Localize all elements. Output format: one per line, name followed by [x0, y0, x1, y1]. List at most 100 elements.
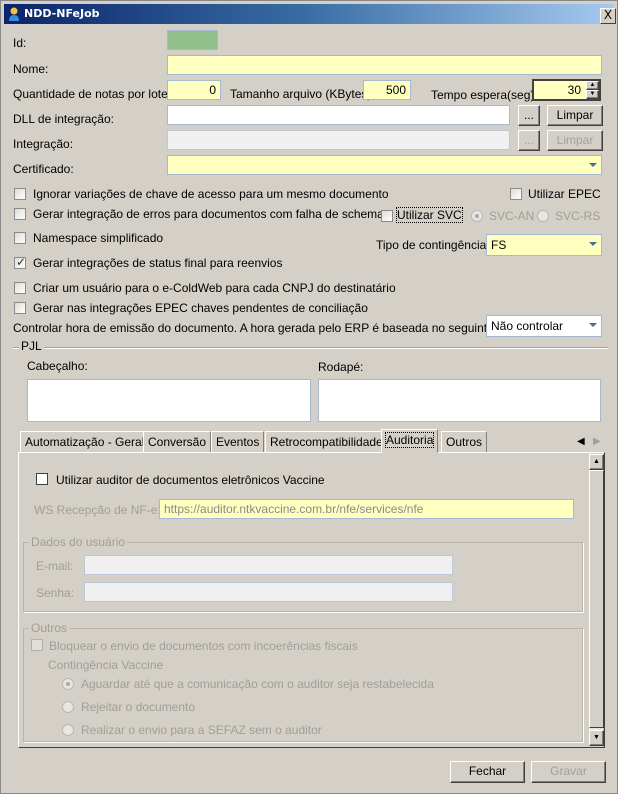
- tab-scroll-left-icon[interactable]: ◀: [577, 436, 585, 447]
- option-label-2: Namespace simplificado: [33, 231, 164, 245]
- certificado-label: Certificado:: [13, 162, 74, 176]
- gravar-button: Gravar: [531, 761, 606, 783]
- integracao-input: [167, 130, 510, 150]
- tab-label: Conversão: [148, 435, 207, 449]
- option-label-4: Criar um usuário para o e-ColdWeb para c…: [33, 281, 396, 295]
- tab-label: Auditoria: [384, 432, 435, 448]
- scroll-thumb[interactable]: [589, 470, 604, 728]
- tab-auditoria[interactable]: Auditoria: [381, 429, 439, 453]
- ws-label: WS Recepção de NF-e:: [34, 503, 161, 517]
- svc-an-label: SVC-AN: [489, 209, 535, 223]
- qtd-input[interactable]: 0: [167, 80, 221, 100]
- tab-scroll-right-icon[interactable]: ▶: [593, 436, 601, 447]
- integracao-clear-button: Limpar: [547, 130, 603, 151]
- option-label-3: Gerar integrações de status final para r…: [33, 256, 283, 270]
- svc-an-radio: [471, 210, 483, 222]
- title-bar: NDD-NFeJob X: [4, 4, 616, 24]
- ws-input: https://auditor.ntkvaccine.com.br/nfe/se…: [159, 499, 574, 519]
- vertical-scrollbar[interactable]: ▲ ▼: [588, 454, 604, 746]
- contingencia-select[interactable]: FS: [486, 234, 602, 256]
- svc-rs-label: SVC-RS: [555, 209, 601, 223]
- option-label-0: Ignorar variações de chave de acesso par…: [33, 187, 389, 201]
- radio-rejeitar: [62, 701, 74, 713]
- radio-aguardar-label: Aguardar até que a comunicação com o aud…: [81, 677, 434, 691]
- option-checkbox-0[interactable]: [14, 188, 26, 200]
- cabecalho-label: Cabeçalho:: [27, 359, 88, 373]
- radio-aguardar: [62, 678, 74, 690]
- rodape-textarea[interactable]: [318, 379, 601, 422]
- hora-value: Não controlar: [491, 319, 564, 333]
- integracao-browse-button: ...: [518, 130, 540, 151]
- senha-input: [84, 582, 453, 602]
- pjl-title: PJL: [19, 339, 44, 353]
- integracao-label: Integração:: [13, 137, 74, 151]
- radio-sem-auditor: [62, 724, 74, 736]
- usar-auditor-checkbox[interactable]: [36, 473, 48, 485]
- nome-input[interactable]: [167, 55, 602, 75]
- epec-label: Utilizar EPEC: [528, 187, 601, 201]
- tab-retrocompatibilidade[interactable]: Retrocompatibilidade: [265, 431, 388, 452]
- option-checkbox-3[interactable]: [14, 255, 26, 269]
- radio-sem-auditor-label: Realizar o envio para a SEFAZ sem o audi…: [81, 723, 322, 737]
- spin-down-button[interactable]: ▼: [586, 90, 599, 99]
- contingencia-value: FS: [491, 238, 507, 252]
- tab-label: Retrocompatibilidade: [270, 435, 383, 449]
- dll-label: DLL de integração:: [13, 112, 114, 126]
- tab-automatizacao-geral[interactable]: Automatização - Geral: [20, 431, 150, 452]
- close-button[interactable]: X: [600, 8, 616, 24]
- id-field: [167, 30, 218, 50]
- option-checkbox-2[interactable]: [14, 232, 26, 244]
- bloquear-checkbox: [31, 639, 43, 651]
- email-label: E-mail:: [36, 559, 74, 573]
- tab-outros[interactable]: Outros: [441, 431, 488, 452]
- dll-input[interactable]: [167, 105, 510, 125]
- spin-up-button[interactable]: ▲: [586, 81, 599, 90]
- option-checkbox-4[interactable]: [14, 282, 26, 294]
- contingencia-vaccine-label: Contingência Vaccine: [48, 658, 164, 672]
- tab-conversao[interactable]: Conversão: [143, 431, 212, 452]
- tab-eventos[interactable]: Eventos: [211, 431, 265, 452]
- id-label: Id:: [13, 36, 27, 50]
- tab-label: Automatização - Geral: [25, 435, 145, 449]
- app-user-icon: [9, 7, 19, 21]
- nome-label: Nome:: [13, 62, 49, 76]
- option-label-5: Gerar nas integrações EPEC chaves penden…: [33, 301, 368, 315]
- dll-clear-button[interactable]: Limpar: [547, 105, 603, 126]
- bloquear-label: Bloquear o envio de documentos com incoe…: [49, 639, 358, 653]
- tab-panel-auditoria: ▲ ▼ Utilizar auditor de documentos eletr…: [18, 452, 605, 748]
- pjl-divider: [13, 347, 608, 349]
- svc-checkbox[interactable]: [381, 210, 393, 222]
- chevron-down-icon: [589, 163, 597, 167]
- radio-rejeitar-label: Rejeitar o documento: [81, 700, 196, 714]
- scroll-down-button[interactable]: ▼: [589, 730, 604, 746]
- certificado-select[interactable]: [167, 155, 602, 175]
- email-input: [84, 555, 453, 575]
- option-checkbox-5[interactable]: [14, 302, 26, 314]
- dll-browse-button[interactable]: ...: [518, 105, 540, 126]
- window: NDD-NFeJob X Id: Nome: Quantidade de not…: [0, 0, 618, 794]
- option-checkbox-1[interactable]: [14, 208, 26, 220]
- cabecalho-textarea[interactable]: [27, 379, 311, 422]
- tab-label: Eventos: [216, 435, 260, 449]
- tamanho-label: Tamanho arquivo (KBytes):: [230, 87, 375, 101]
- chevron-down-icon: [589, 323, 597, 327]
- tamanho-input[interactable]: 500: [363, 80, 411, 100]
- qtd-label: Quantidade de notas por lote:: [13, 87, 172, 101]
- senha-label: Senha:: [36, 586, 75, 600]
- chevron-down-icon: [589, 242, 597, 246]
- window-title: NDD-NFeJob: [24, 7, 100, 20]
- dados-usuario-title: Dados do usuário: [29, 535, 128, 549]
- fechar-button[interactable]: Fechar: [450, 761, 525, 783]
- usar-auditor-label: Utilizar auditor de documentos eletrônic…: [56, 473, 325, 487]
- tempo-label: Tempo espera(seg):: [431, 88, 538, 102]
- rodape-label: Rodapé:: [318, 360, 364, 374]
- contingencia-label: Tipo de contingência:: [376, 238, 490, 252]
- epec-checkbox[interactable]: [510, 188, 522, 200]
- hora-select[interactable]: Não controlar: [486, 315, 602, 337]
- outros-title: Outros: [29, 621, 70, 635]
- scroll-up-button[interactable]: ▲: [589, 454, 604, 470]
- hora-label: Controlar hora de emissão do documento. …: [13, 321, 537, 335]
- svc-rs-radio: [537, 210, 549, 222]
- tab-label: Outros: [446, 435, 483, 449]
- svc-label: Utilizar SVC: [396, 207, 463, 223]
